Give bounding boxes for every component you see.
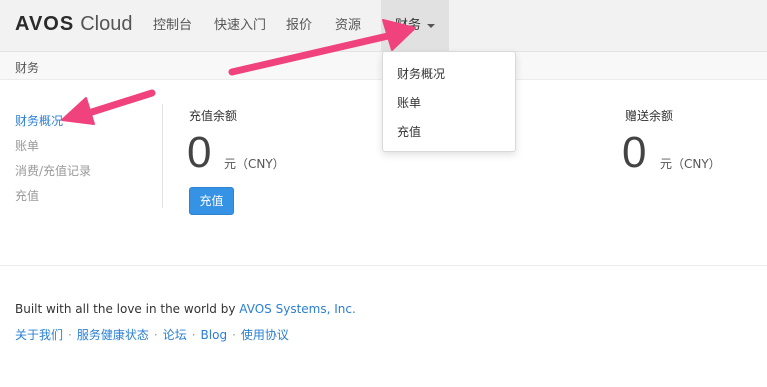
gift-balance-label: 赠送余额 xyxy=(625,109,674,123)
sidebar-item-recharge[interactable]: 充值 xyxy=(15,187,39,204)
arrow-to-sidebar-overview xyxy=(61,89,156,125)
finance-dropdown-menu: 财务概况 账单 充值 xyxy=(382,51,516,152)
sidebar-item-overview[interactable]: 财务概况 xyxy=(15,112,63,129)
brand-strong: AVOS xyxy=(15,13,75,35)
footer-credit: Built with all the love in the world by … xyxy=(15,302,356,316)
nav-item-pricing[interactable]: 报价 xyxy=(286,0,312,51)
footer-link-about[interactable]: 关于我们 xyxy=(15,328,63,342)
sidebar-divider xyxy=(162,104,163,208)
nav-item-finance-label: 财务 xyxy=(395,18,422,33)
dropdown-item-bills[interactable]: 账单 xyxy=(397,94,421,111)
top-navbar: AVOS Cloud 控制台 快速入门 报价 资源 财务 xyxy=(0,0,767,52)
footer-separator: · xyxy=(191,328,196,342)
recharge-button[interactable]: 充值 xyxy=(189,187,234,215)
nav-item-resources[interactable]: 资源 xyxy=(335,0,361,51)
brand-logo[interactable]: AVOS Cloud xyxy=(15,13,132,37)
dropdown-item-overview[interactable]: 财务概况 xyxy=(397,65,445,82)
nav-item-finance[interactable]: 财务 xyxy=(381,0,450,51)
sidebar-item-records[interactable]: 消费/充值记录 xyxy=(15,162,91,179)
gift-balance-unit: 元（CNY） xyxy=(660,157,721,171)
gift-balance-value: 0 xyxy=(622,128,647,177)
breadcrumb-current: 财务 xyxy=(15,61,40,75)
brand-light: Cloud xyxy=(80,13,133,35)
footer-link-terms[interactable]: 使用协议 xyxy=(241,328,289,342)
footer-separator: · xyxy=(153,328,158,342)
sidebar-item-bills[interactable]: 账单 xyxy=(15,137,39,154)
footer-credit-text: Built with all the love in the world by xyxy=(15,302,240,316)
recharge-balance-value: 0 xyxy=(187,128,212,177)
footer-company-link[interactable]: AVOS Systems, Inc. xyxy=(239,302,356,316)
footer-link-blog[interactable]: Blog xyxy=(201,328,228,342)
footer-links: 关于我们 · 服务健康状态 · 论坛 · Blog · 使用协议 xyxy=(15,326,289,343)
footer-divider xyxy=(0,265,767,266)
nav-item-console[interactable]: 控制台 xyxy=(153,0,192,51)
caret-down-icon xyxy=(427,23,436,28)
nav-item-quickstart[interactable]: 快速入门 xyxy=(214,0,266,51)
footer-separator: · xyxy=(68,328,72,342)
recharge-balance-label: 充值余额 xyxy=(189,109,238,123)
recharge-balance-unit: 元（CNY） xyxy=(224,157,285,171)
footer-separator: · xyxy=(232,328,236,342)
footer-link-forum[interactable]: 论坛 xyxy=(163,328,187,342)
footer-link-status[interactable]: 服务健康状态 xyxy=(77,328,149,342)
dropdown-item-recharge[interactable]: 充值 xyxy=(397,123,421,140)
